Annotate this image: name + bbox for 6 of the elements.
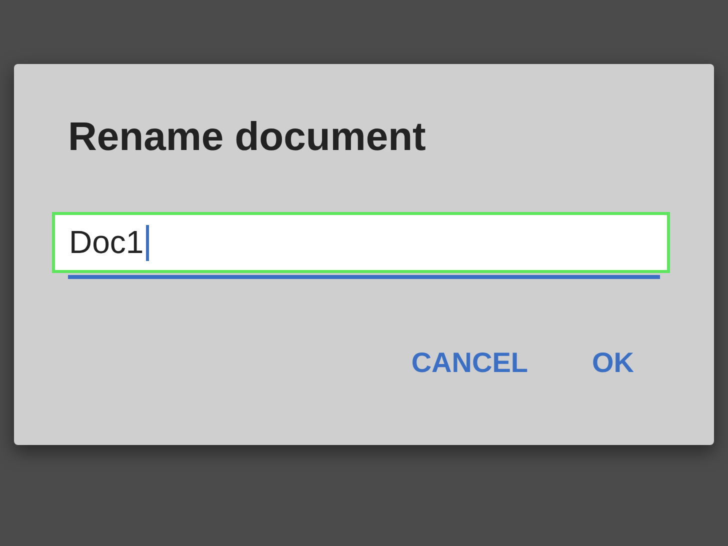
ok-button[interactable]: OK (590, 343, 636, 383)
dialog-title: Rename document (68, 114, 426, 160)
name-input-field[interactable]: Doc1 (52, 212, 670, 273)
text-cursor (146, 224, 149, 260)
field-value: Doc1 (69, 224, 144, 261)
cancel-button[interactable]: CANCEL (409, 343, 530, 383)
